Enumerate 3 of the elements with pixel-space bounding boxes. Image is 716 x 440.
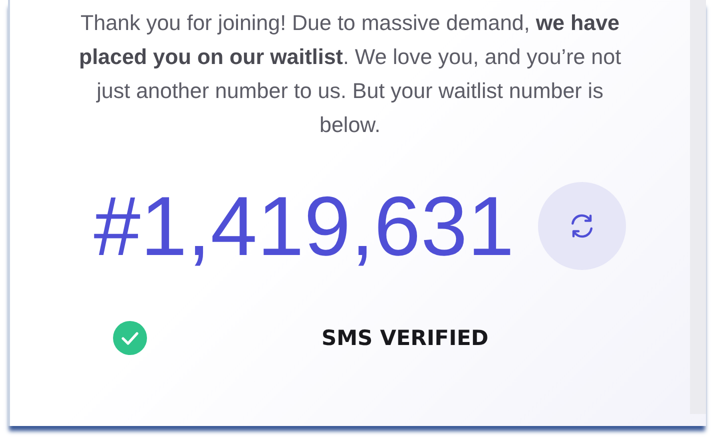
waitlist-message: Thank you for joining! Due to massive demand, we have placed you on our waitlist. We love you, and you’re not just another number to us. But your waitlist number is below.: [78, 10, 622, 139]
sms-status-label: SMS VERIFIED: [322, 326, 488, 350]
waitlist-number: #1,419,631: [94, 184, 514, 268]
